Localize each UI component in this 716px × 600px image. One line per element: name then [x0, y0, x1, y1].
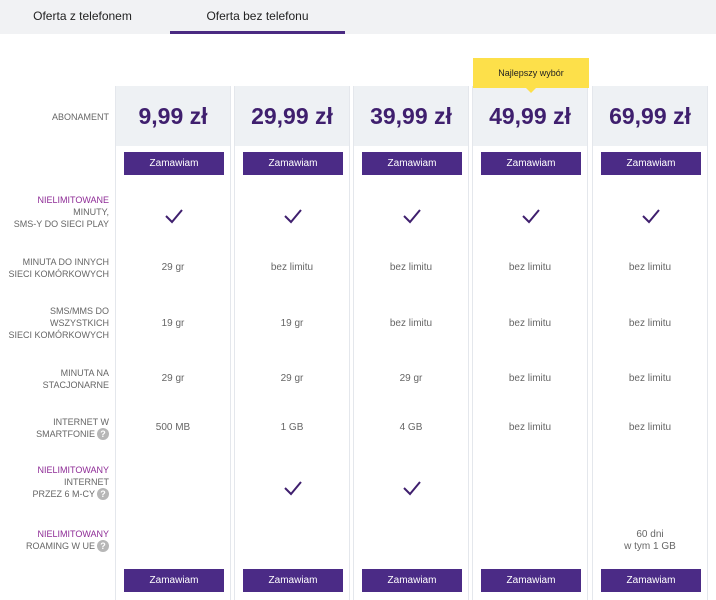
- check-icon: [164, 208, 184, 224]
- label-minute-other-line1: MINUTA DO INNYCH: [22, 257, 109, 267]
- order-button-bottom[interactable]: Zamawiam: [362, 569, 462, 592]
- label-sms-mms-line3: SIECI KOMÓRKOWYCH: [8, 330, 109, 340]
- plan-price: 39,99 zł: [370, 103, 452, 129]
- check-icon: [402, 480, 422, 496]
- cell-minute-landline: bez limitu: [508, 373, 552, 384]
- cell-sms-mms: 19 gr: [161, 318, 185, 329]
- plan-price: 69,99 zł: [609, 103, 691, 129]
- label-internet-line2: SMARTFONIE: [36, 429, 95, 439]
- plan-price: 29,99 zł: [251, 103, 333, 129]
- label-unlimited-calls-line2: MINUTY,: [73, 207, 109, 217]
- label-unlimited-calls-line3: SMS-Y DO SIECI PLAY: [13, 219, 109, 229]
- label-unlimited-internet: NIELIMITOWANY INTERNET PRZEZ 6 M-CY?: [32, 464, 109, 500]
- label-unlimited-calls-highlight: NIELIMITOWANE: [37, 195, 109, 205]
- price-box: 49,99 zł: [473, 86, 587, 146]
- check-icon: [402, 208, 422, 224]
- cell-sms-mms: 19 gr: [280, 318, 304, 329]
- label-abonament: ABONAMENT: [51, 112, 109, 122]
- cell-minute-other: bez limitu: [389, 262, 433, 273]
- label-internet-line1: INTERNET W: [53, 417, 109, 427]
- cell-internet: 1 GB: [280, 422, 304, 433]
- label-internet: INTERNET W SMARTFONIE?: [36, 416, 109, 440]
- label-minute-other-line2: SIECI KOMÓRKOWYCH: [8, 269, 109, 279]
- cell-minute-other: bez limitu: [628, 262, 672, 273]
- price-box: 39,99 zł: [354, 86, 468, 146]
- label-unlimited-calls: NIELIMITOWANE MINUTY, SMS-Y DO SIECI PLA…: [14, 194, 109, 230]
- cell-sms-mms: bez limitu: [628, 318, 672, 329]
- plan-column-4: 49,99 zł Zamawiam bez limitu bez limitu …: [472, 86, 588, 600]
- order-button-top[interactable]: Zamawiam: [124, 152, 224, 175]
- cell-internet: bez limitu: [508, 422, 552, 433]
- label-minute-other: MINUTA DO INNYCH SIECI KOMÓRKOWYCH: [8, 256, 109, 280]
- label-minute-landline-line1: MINUTA NA: [60, 368, 109, 378]
- label-unlimited-roaming: NIELIMITOWANY ROAMING W UE?: [26, 528, 109, 552]
- cell-internet: 4 GB: [399, 422, 423, 433]
- tab-oferta-bez-telefonu[interactable]: Oferta bez telefonu: [170, 0, 345, 34]
- cell-minute-other: bez limitu: [508, 262, 552, 273]
- label-unlimited-roaming-line2-row: ROAMING W UE?: [26, 540, 109, 552]
- cell-sms-mms: bez limitu: [508, 318, 552, 329]
- cell-sms-mms: bez limitu: [389, 318, 433, 329]
- order-button-bottom[interactable]: Zamawiam: [601, 569, 701, 592]
- price-box: 69,99 zł: [593, 86, 707, 146]
- order-button-top[interactable]: Zamawiam: [243, 152, 343, 175]
- order-button-top[interactable]: Zamawiam: [601, 152, 701, 175]
- label-sms-mms-line1: SMS/MMS DO: [49, 306, 109, 316]
- label-unlimited-internet-line2: INTERNET: [64, 477, 109, 487]
- cell-minute-landline: 29 gr: [161, 373, 185, 384]
- plan-column-2: 29,99 zł Zamawiam bez limitu 19 gr 29 gr…: [234, 86, 350, 600]
- check-icon: [641, 208, 661, 224]
- help-icon[interactable]: ?: [97, 540, 109, 552]
- cell-internet: 500 MB: [155, 422, 191, 433]
- label-unlimited-roaming-line2: ROAMING W UE: [26, 541, 95, 551]
- label-unlimited-internet-highlight: NIELIMITOWANY: [37, 465, 109, 475]
- check-icon: [283, 480, 303, 496]
- label-unlimited-roaming-highlight: NIELIMITOWANY: [37, 529, 109, 539]
- badge-arrow: [526, 88, 536, 93]
- order-button-top[interactable]: Zamawiam: [362, 152, 462, 175]
- help-icon[interactable]: ?: [97, 488, 109, 500]
- plan-price: 49,99 zł: [489, 103, 571, 129]
- label-sms-mms: SMS/MMS DO WSZYSTKICH SIECI KOMÓRKOWYCH: [8, 305, 109, 341]
- label-unlimited-internet-line3: PRZEZ 6 M-CY: [32, 489, 95, 499]
- cell-minute-landline: 29 gr: [280, 373, 304, 384]
- label-unlimited-internet-line3-row: PRZEZ 6 M-CY?: [32, 488, 109, 500]
- cell-internet: bez limitu: [628, 422, 672, 433]
- check-icon: [521, 208, 541, 224]
- check-icon: [283, 208, 303, 224]
- order-button-bottom[interactable]: Zamawiam: [481, 569, 581, 592]
- cell-minute-landline: 29 gr: [399, 373, 423, 384]
- cell-minute-other: 29 gr: [161, 262, 185, 273]
- best-choice-badge: Najlepszy wybór: [473, 58, 589, 88]
- plan-column-3: 39,99 zł Zamawiam bez limitu bez limitu …: [353, 86, 469, 600]
- price-box: 29,99 zł: [235, 86, 349, 146]
- order-button-bottom[interactable]: Zamawiam: [124, 569, 224, 592]
- label-internet-line2-row: SMARTFONIE?: [36, 428, 109, 440]
- cell-minute-other: bez limitu: [270, 262, 314, 273]
- cell-minute-landline: bez limitu: [628, 373, 672, 384]
- price-box: 9,99 zł: [116, 86, 230, 146]
- order-button-top[interactable]: Zamawiam: [481, 152, 581, 175]
- cell-roaming-line1: 60 dni: [636, 529, 664, 540]
- cell-roaming: 60 dni w tym 1 GB: [593, 529, 707, 553]
- order-button-bottom[interactable]: Zamawiam: [243, 569, 343, 592]
- offer-tabs: Oferta z telefonem Oferta bez telefonu: [0, 0, 716, 34]
- plan-column-5: 69,99 zł Zamawiam bez limitu bez limitu …: [592, 86, 708, 600]
- help-icon[interactable]: ?: [97, 428, 109, 440]
- label-minute-landline-line2: STACJONARNE: [42, 380, 109, 390]
- label-sms-mms-line2: WSZYSTKICH: [49, 318, 109, 328]
- label-minute-landline: MINUTA NA STACJONARNE: [43, 367, 109, 391]
- plan-price: 9,99 zł: [138, 103, 208, 129]
- tab-oferta-z-telefonem[interactable]: Oferta z telefonem: [0, 0, 165, 34]
- plan-column-1: 9,99 zł Zamawiam 29 gr 19 gr 29 gr 500 M…: [115, 86, 231, 600]
- cell-roaming-line2: w tym 1 GB: [624, 541, 676, 552]
